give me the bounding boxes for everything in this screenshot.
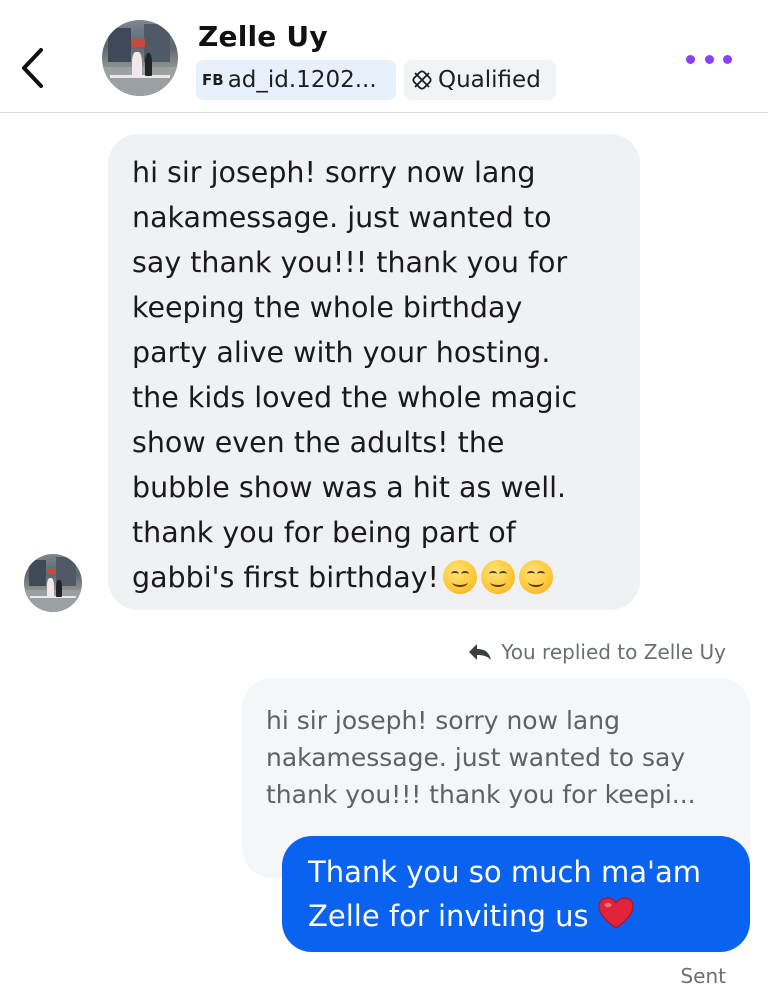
conversation-header: Zelle Uy FB ad_id.1202... Qualified (0, 0, 768, 113)
more-dot-icon (704, 54, 714, 64)
contact-name[interactable]: Zelle Uy (198, 20, 328, 53)
qualified-text: Qualified (438, 67, 541, 93)
sender-avatar[interactable] (24, 554, 82, 612)
smiling-face-icon (442, 560, 477, 594)
more-dot-icon (723, 54, 732, 64)
outgoing-message-text: Thank you so much ma'am Zelle for inviti… (308, 855, 702, 933)
ad-id-chip[interactable]: FB ad_id.1202... (196, 60, 396, 100)
qualified-icon (410, 68, 434, 92)
chevron-left-icon (22, 48, 43, 88)
smiling-face-icon (518, 560, 553, 594)
reply-label-text: You replied to Zelle Uy (501, 640, 726, 664)
red-heart-icon (597, 896, 635, 942)
ad-id-text: ad_id.1202... (227, 67, 377, 93)
outgoing-message-bubble[interactable]: Thank you so much ma'am Zelle for inviti… (282, 836, 750, 952)
contact-avatar[interactable] (102, 20, 178, 96)
message-status: Sent (680, 964, 726, 988)
smiling-face-icon (480, 560, 515, 594)
back-button[interactable] (12, 42, 52, 94)
more-dot-icon (686, 54, 695, 64)
reply-indicator: You replied to Zelle Uy (467, 640, 726, 664)
more-options-button[interactable] (686, 44, 732, 74)
fb-label: FB (202, 71, 224, 89)
reply-arrow-icon (469, 644, 492, 660)
incoming-message-bubble[interactable]: hi sir joseph! sorry now lang nakamessag… (108, 134, 640, 610)
qualified-chip[interactable]: Qualified (404, 60, 556, 100)
quoted-message-text: hi sir joseph! sorry now lang nakamessag… (266, 706, 696, 809)
incoming-message-text: hi sir joseph! sorry now lang nakamessag… (132, 156, 578, 594)
